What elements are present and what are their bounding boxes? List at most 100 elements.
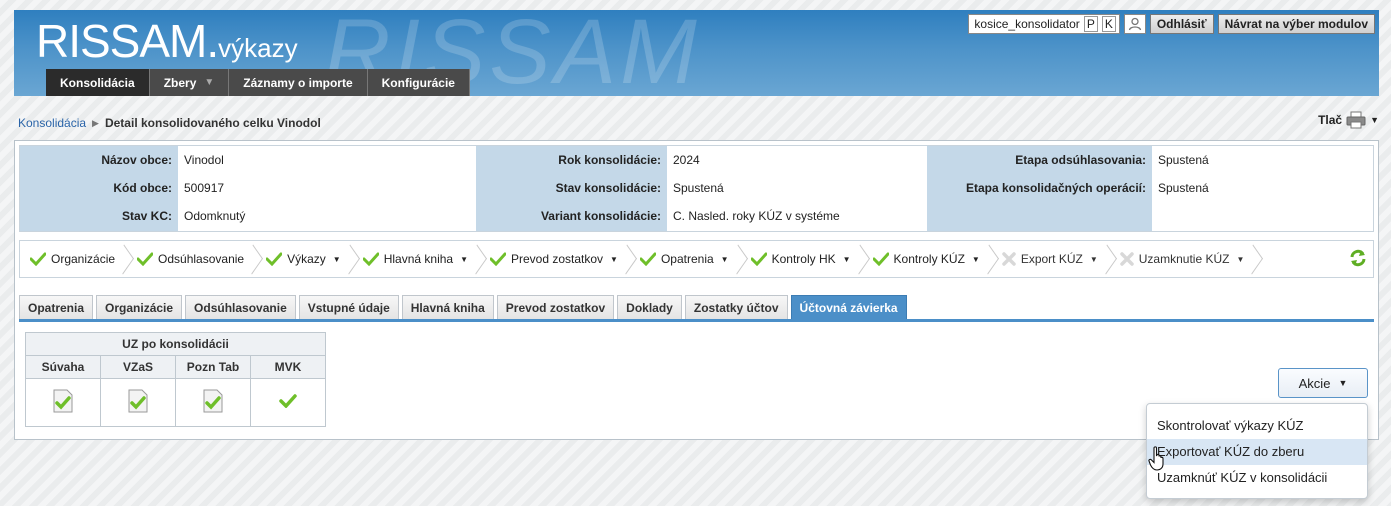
logout-button[interactable]: Odhlásiť (1149, 14, 1214, 34)
step-label: Prevod zostatkov (511, 252, 604, 266)
tab-odsuhlasovanie[interactable]: Odsúhlasovanie (185, 295, 296, 319)
uz-column-header: Pozn Tab (175, 355, 251, 379)
caret-down-icon: ▼ (460, 254, 468, 264)
info-values: Spustená Spustená (1152, 146, 1373, 231)
nav-zbery[interactable]: Zbery ▼ (150, 69, 230, 96)
document-check-icon[interactable] (52, 389, 74, 416)
check-icon (362, 252, 379, 266)
step-label: Export KÚZ (1020, 252, 1083, 266)
info-label: Variant konsolidácie: (540, 209, 661, 223)
info-values: 2024 Spustená C. Nasled. roky KÚZ v syst… (667, 146, 927, 231)
check-icon (266, 252, 283, 266)
refresh-button[interactable] (1349, 249, 1367, 270)
tab-doklady[interactable]: Doklady (617, 295, 682, 319)
step-label: Hlavná kniha (383, 252, 454, 266)
hand-cursor-icon (1148, 446, 1168, 475)
user-initial-last: K (1101, 16, 1116, 32)
check-icon (279, 394, 297, 409)
workflow-step-vykazy[interactable]: Výkazy ▼ (256, 241, 353, 277)
cross-icon (1120, 252, 1134, 266)
user-box[interactable]: kosice_konsolidator P K (968, 14, 1120, 34)
breadcrumb-current: Detail konsolidovaného celku Vinodol (104, 116, 321, 130)
app-header: RISSAM RISSAM.výkazy kosice_konsolidator… (14, 10, 1379, 96)
info-values: Vinodol 500917 Odomknutý (178, 146, 476, 231)
uz-cell (25, 378, 101, 427)
info-value: Spustená (1158, 181, 1209, 195)
logo-main: RISSAM. (36, 15, 219, 67)
nav-zaznamy-o-importe[interactable]: Záznamy o importe (229, 69, 368, 96)
chevron-right-icon: ▶ (92, 117, 99, 128)
uz-group-header: UZ po konsolidácii (25, 332, 326, 356)
tab-opatrenia[interactable]: Opatrenia (19, 295, 94, 319)
step-label: Odsúhlasovanie (158, 252, 245, 266)
step-label: Organizácie (51, 252, 116, 266)
breadcrumb: Konsolidácia ▶ Detail konsolidovaného ce… (18, 116, 321, 130)
uz-cell (100, 378, 176, 427)
detail-tabs: Opatrenia Organizácie Odsúhlasovanie Vst… (19, 295, 907, 319)
print-menu[interactable]: Tlač ▼ (1318, 111, 1379, 129)
info-label: Kód obce: (113, 181, 172, 195)
actions-button[interactable]: Akcie ▼ (1278, 368, 1368, 398)
printer-icon (1346, 111, 1366, 129)
tab-zostatky-uctov[interactable]: Zostatky účtov (684, 295, 788, 319)
step-label: Uzamknutie KÚZ (1138, 252, 1230, 266)
workflow-step-uzamknutie-kuz[interactable]: Uzamknutie KÚZ ▼ (1110, 241, 1257, 277)
nav-konsolidacia[interactable]: Konsolidácia (46, 69, 150, 96)
info-column-2: Rok konsolidácie: Stav konsolidácie: Var… (476, 146, 927, 231)
header-toolbar: kosice_konsolidator P K Odhlásiť Návrat … (968, 14, 1375, 34)
info-value: C. Nasled. roky KÚZ v systéme (673, 209, 840, 223)
workflow-step-export-kuz[interactable]: Export KÚZ ▼ (992, 241, 1110, 277)
uz-cell (175, 378, 251, 427)
info-label: Názov obce: (101, 153, 172, 167)
info-value: Vinodol (184, 153, 224, 167)
user-profile-button[interactable] (1123, 14, 1146, 34)
refresh-icon (1350, 249, 1366, 266)
caret-down-icon: ▼ (971, 254, 980, 264)
user-initial-first: P (1083, 16, 1098, 32)
menu-item-skontrolovat[interactable]: Skontrolovať výkazy KÚZ (1147, 413, 1367, 439)
logo-sub: výkazy (218, 33, 298, 63)
print-label: Tlač (1318, 113, 1343, 127)
caret-down-icon: ▼ (1236, 254, 1245, 264)
menu-item-exportovat[interactable]: Exportovať KÚZ do zberu (1147, 439, 1367, 465)
nav-konfiguracie[interactable]: Konfigurácie (368, 69, 470, 96)
check-icon (30, 252, 46, 266)
check-icon (750, 252, 767, 266)
caret-down-icon: ▼ (204, 77, 215, 88)
info-labels: Rok konsolidácie: Stav konsolidácie: Var… (476, 146, 667, 231)
info-value: Spustená (673, 181, 724, 195)
check-icon (490, 252, 506, 266)
info-value: Odomknutý (184, 209, 246, 223)
menu-item-uzamknut[interactable]: Uzamknúť KÚZ v konsolidácii (1147, 465, 1367, 491)
actions-menu: Skontrolovať výkazy KÚZ Exportovať KÚZ d… (1146, 403, 1368, 499)
tab-hlavna-kniha[interactable]: Hlavná kniha (401, 295, 494, 319)
uz-column-header: VZaS (100, 355, 176, 379)
info-value: 500917 (184, 181, 225, 195)
tab-organizacie[interactable]: Organizácie (96, 295, 183, 319)
workflow-step-opatrenia[interactable]: Opatrenia ▼ (630, 241, 741, 277)
back-to-modules-button[interactable]: Návrat na výber modulov (1217, 14, 1375, 34)
actions-label: Akcie (1298, 375, 1331, 391)
step-label: Kontroly KÚZ (893, 252, 965, 266)
workflow-step-organizacie[interactable]: Organizácie (20, 241, 127, 277)
workflow-step-prevod-zostatkov[interactable]: Prevod zostatkov ▼ (480, 241, 630, 277)
nav-label: Konsolidácia (60, 75, 135, 90)
username: kosice_konsolidator (974, 17, 1080, 31)
info-label (933, 202, 1146, 230)
detail-panel: Názov obce: Kód obce: Stav KC: Vinodol 5… (14, 140, 1379, 440)
uz-table: UZ po konsolidácii Súvaha VZaS Pozn Tab … (25, 332, 326, 427)
workflow-step-hlavna-kniha[interactable]: Hlavná kniha ▼ (353, 241, 480, 277)
workflow-step-kontroly-hk[interactable]: Kontroly HK ▼ (741, 241, 863, 277)
tab-prevod-zostatkov[interactable]: Prevod zostatkov (496, 295, 615, 319)
document-check-icon[interactable] (127, 389, 149, 416)
tab-uctovna-zavierka[interactable]: Účtovná závierka (790, 295, 907, 319)
info-label: Stav konsolidácie: (555, 181, 661, 195)
breadcrumb-root-link[interactable]: Konsolidácia (18, 116, 86, 130)
info-label: Stav KC: (121, 209, 172, 223)
tab-vstupne-udaje[interactable]: Vstupné údaje (298, 295, 399, 319)
workflow-step-odsuhlasovanie[interactable]: Odsúhlasovanie (127, 241, 256, 277)
main-nav: Konsolidácia Zbery ▼ Záznamy o importe Ko… (46, 69, 470, 96)
document-check-icon[interactable] (202, 389, 224, 416)
workflow-step-kontroly-kuz[interactable]: Kontroly KÚZ ▼ (863, 241, 992, 277)
tab-underline (19, 319, 1374, 322)
